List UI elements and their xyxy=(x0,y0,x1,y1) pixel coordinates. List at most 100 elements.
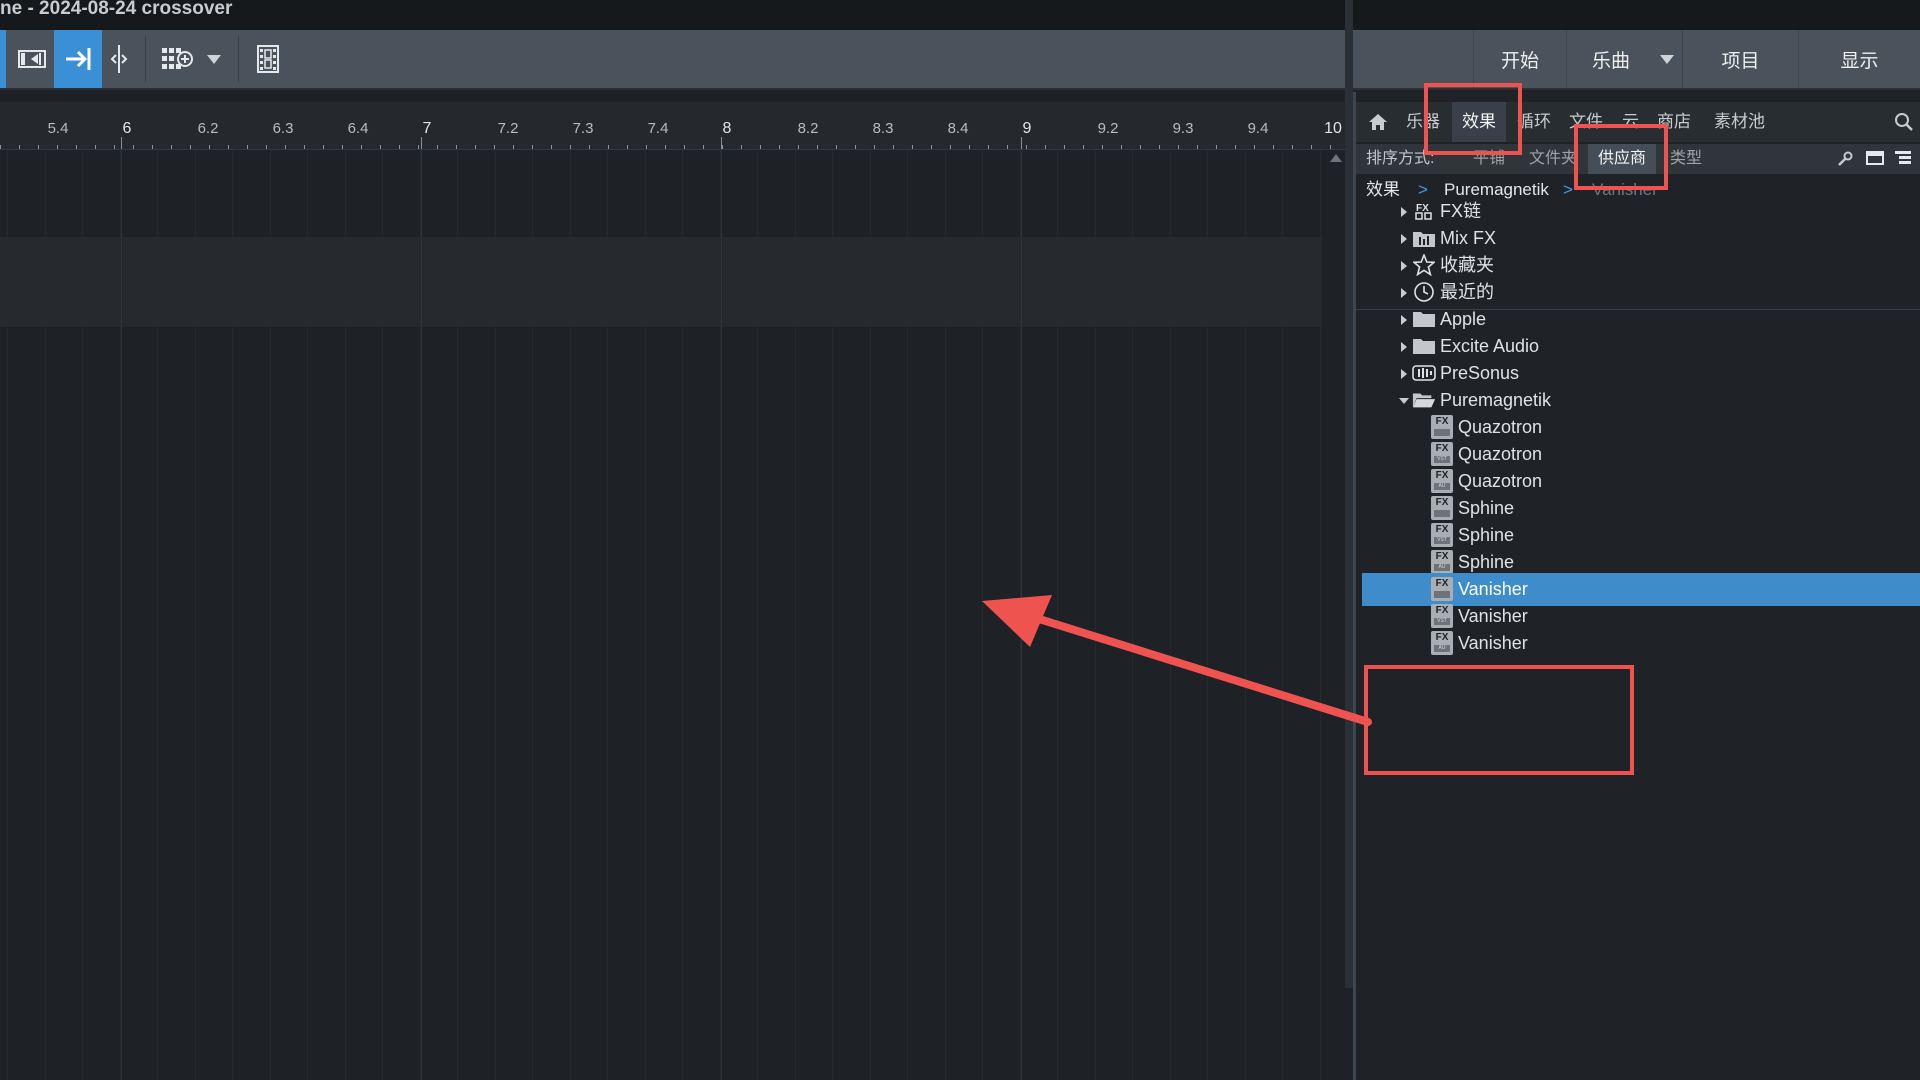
track-lane[interactable] xyxy=(0,237,1322,327)
fx-plugin-icon: FX AU xyxy=(1430,469,1454,493)
star-icon xyxy=(1412,254,1436,276)
list-view-icon[interactable] xyxy=(1894,150,1912,166)
ruler-tick xyxy=(551,145,552,149)
ruler-tick xyxy=(228,145,229,149)
grid-line xyxy=(232,150,233,1080)
grid-dropdown-button[interactable] xyxy=(199,30,229,88)
split-button[interactable] xyxy=(104,30,134,88)
fx-plugin-icon: FX AU xyxy=(1430,550,1454,574)
grid-line xyxy=(82,150,83,1080)
ruler-tick xyxy=(190,145,191,149)
expand-right-icon[interactable] xyxy=(1401,369,1407,379)
show-button[interactable]: 显示 xyxy=(1798,30,1920,88)
grid-line xyxy=(945,150,946,1080)
snap-button[interactable] xyxy=(54,30,102,88)
expand-right-icon[interactable] xyxy=(1401,207,1407,217)
ruler-tick xyxy=(342,145,343,149)
fx-plugin-icon: FX xyxy=(1430,577,1454,601)
fx-chain-icon: FX xyxy=(1412,200,1436,222)
search-icon[interactable] xyxy=(1894,112,1914,132)
grid-line xyxy=(645,150,646,1080)
timeline-ruler[interactable]: 5.4 6 6.2 6.3 6.4 7 7.2 7.3 7.4 8 8.2 8.3 8.4 9 9.2 9.3… xyxy=(0,102,1345,150)
panel-divider[interactable] xyxy=(1345,0,1353,988)
ruler-tick xyxy=(1273,145,1274,149)
song-page-button[interactable]: 乐曲 xyxy=(1566,30,1656,88)
ruler-tick xyxy=(836,145,837,149)
ruler-label: 7.2 xyxy=(497,120,519,137)
expand-right-icon[interactable] xyxy=(1401,288,1407,298)
ruler-tick xyxy=(1140,145,1141,149)
home-icon[interactable] xyxy=(1368,113,1388,131)
ruler-bar-tick xyxy=(1021,137,1022,149)
expand-right-icon[interactable] xyxy=(1401,261,1407,271)
ruler-tick xyxy=(1292,145,1293,149)
sort-type[interactable]: 类型 xyxy=(1670,144,1702,174)
ruler-label: 5.4 xyxy=(47,120,69,137)
grid-line xyxy=(907,150,908,1080)
ruler-label: 6.3 xyxy=(272,120,294,137)
sort-folder[interactable]: 文件夹 xyxy=(1529,144,1577,174)
wrench-icon[interactable] xyxy=(1837,151,1853,167)
start-page-button[interactable]: 开始 xyxy=(1473,30,1566,88)
tab-pool[interactable]: 素材池 xyxy=(1714,102,1765,142)
expand-right-icon[interactable] xyxy=(1401,234,1407,244)
browser-panel: 乐器 效果 循环 文件 云 商店 素材池 排序方式: 平铺 文件夹 供应商 类型 xyxy=(1353,92,1920,1080)
ruler-tick xyxy=(684,145,685,149)
ruler-tick xyxy=(912,145,913,149)
expand-right-icon[interactable] xyxy=(1401,315,1407,325)
video-button[interactable] xyxy=(250,30,286,88)
ruler-tick xyxy=(608,145,609,149)
ruler-tick xyxy=(1159,145,1160,149)
ruler-tick xyxy=(494,145,495,149)
expand-right-icon[interactable] xyxy=(1401,342,1407,352)
ruler-tick xyxy=(703,145,704,149)
chevron-down-icon xyxy=(207,54,221,64)
ruler-tick xyxy=(1102,145,1103,149)
ruler-tick xyxy=(1178,145,1179,149)
ruler-bar-tick xyxy=(121,137,122,149)
ruler-label: 6 xyxy=(122,120,132,137)
browser-row-vanisher[interactable]: FX AU Vanisher xyxy=(1356,627,1920,660)
ruler-tick xyxy=(798,145,799,149)
ruler-tick xyxy=(399,145,400,149)
ruler-tick xyxy=(76,145,77,149)
ruler-tick xyxy=(361,145,362,149)
tab-loops[interactable]: 循环 xyxy=(1517,102,1551,142)
ruler-tick xyxy=(874,145,875,149)
ruler-label: 8.4 xyxy=(947,120,969,137)
ruler-label: 9.4 xyxy=(1247,120,1269,137)
song-dropdown-button[interactable] xyxy=(1652,30,1682,88)
highlight-effects-tab xyxy=(1424,83,1522,155)
ruler-tick xyxy=(1007,145,1008,149)
grid-line xyxy=(495,150,496,1080)
project-page-button[interactable]: 项目 xyxy=(1682,30,1798,88)
ruler-tick xyxy=(1045,145,1046,149)
mix-fx-icon xyxy=(1412,227,1436,249)
grid-line xyxy=(682,150,683,1080)
ruler-tick xyxy=(646,145,647,149)
grid-line xyxy=(45,150,46,1080)
fx-plugin-icon: FX xyxy=(1430,415,1454,439)
ruler-tick xyxy=(513,145,514,149)
video-icon xyxy=(257,45,279,73)
ruler-tick xyxy=(570,145,571,149)
window-view-icon[interactable] xyxy=(1866,150,1884,166)
ruler-label: 8 xyxy=(722,120,732,137)
bar-line xyxy=(421,150,422,1080)
presonus-icon xyxy=(1412,362,1436,384)
ruler-tick xyxy=(1254,145,1255,149)
ruler-tick xyxy=(209,145,210,149)
grid-line xyxy=(457,150,458,1080)
scroll-up-arrow-icon[interactable] xyxy=(1330,154,1342,162)
ruler-tick xyxy=(931,145,932,149)
track-list-button[interactable] xyxy=(10,30,54,88)
ruler-label: 7 xyxy=(422,120,432,137)
ruler-tick xyxy=(1197,145,1198,149)
ruler-tick xyxy=(285,145,286,149)
expand-down-icon[interactable] xyxy=(1399,398,1409,404)
ruler-tick xyxy=(950,145,951,149)
ruler-tick xyxy=(1083,145,1084,149)
ruler-tick xyxy=(323,145,324,149)
grid-add-button[interactable] xyxy=(158,30,198,88)
ruler-tick xyxy=(589,145,590,149)
